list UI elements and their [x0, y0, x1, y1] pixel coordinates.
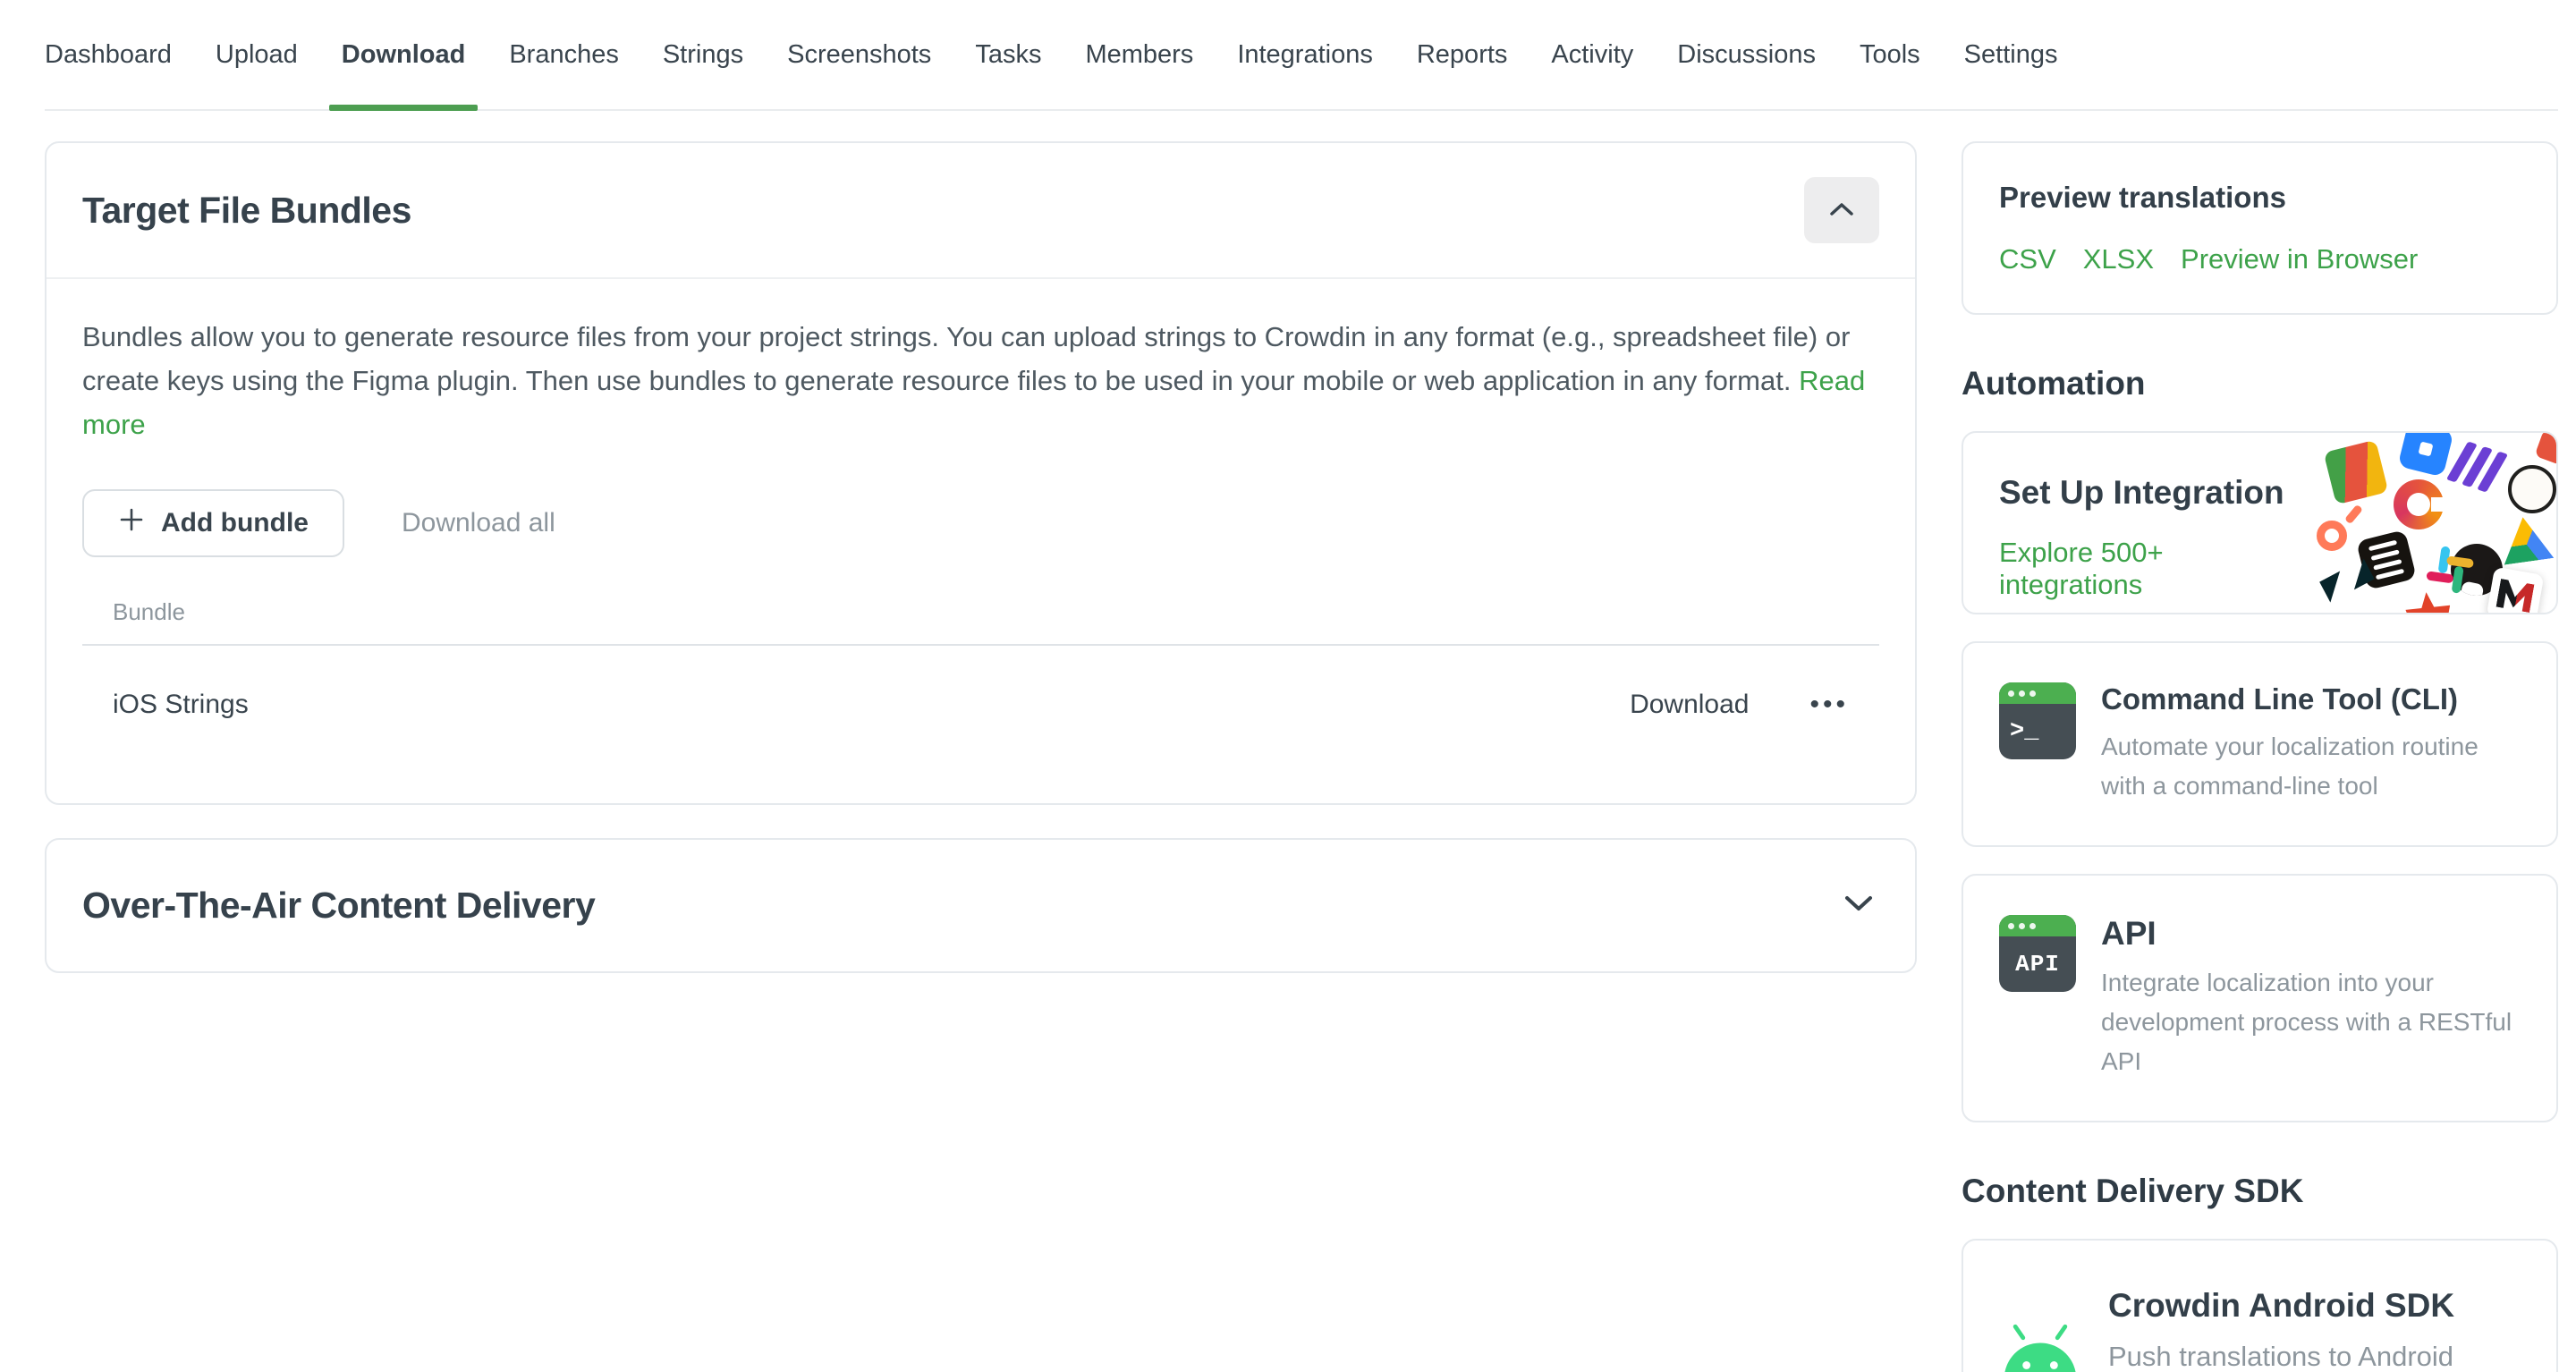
plus-icon — [118, 506, 145, 540]
api-icon-titlebar — [1999, 915, 2076, 936]
bundle-column-header: Bundle — [82, 598, 1879, 626]
bundle-more-actions-button[interactable]: ••• — [1802, 684, 1856, 725]
jira-icon — [2397, 431, 2453, 478]
google-drive-icon — [2498, 513, 2554, 564]
preview-csv-link[interactable]: CSV — [1999, 243, 2056, 275]
bundle-download-link[interactable]: Download — [1630, 690, 1749, 720]
preview-in-browser-link[interactable]: Preview in Browser — [2181, 243, 2418, 275]
ota-card-header[interactable]: Over-The-Air Content Delivery — [47, 840, 1915, 971]
bundles-description-text: Bundles allow you to generate resource f… — [82, 321, 1850, 396]
tab-tasks[interactable]: Tasks — [975, 0, 1041, 109]
tab-members[interactable]: Members — [1085, 0, 1193, 109]
tab-strings[interactable]: Strings — [663, 0, 743, 109]
set-up-integration-card[interactable]: Set Up Integration Explore 500+ integrat… — [1962, 431, 2558, 614]
set-up-integration-title: Set Up Integration — [1999, 474, 2306, 512]
preview-links: CSV XLSX Preview in Browser — [1999, 243, 2521, 275]
android-sdk-card[interactable]: Crowdin Android SDK Push translations to… — [1962, 1239, 2558, 1372]
page-content: Target File Bundles Bundles allow you to… — [45, 141, 2558, 1372]
m-logo-icon — [2487, 567, 2545, 614]
api-card-title: API — [2101, 915, 2529, 953]
terminal-icon: >_ — [1999, 682, 2076, 759]
android-card-text: Crowdin Android SDK Push translations to… — [2108, 1287, 2529, 1372]
integration-logo-cluster — [2313, 433, 2556, 613]
table-divider — [82, 644, 1879, 646]
cli-card-description: Automate your localization routine with … — [2101, 727, 2529, 806]
integration-cube-icon — [2324, 440, 2389, 505]
bundles-card-header: Target File Bundles — [47, 143, 1915, 279]
bundles-actions: Add bundle Download all — [82, 489, 1879, 557]
chevron-down-icon[interactable] — [1843, 894, 1874, 917]
android-card-description: Push translations to Android apps, insta… — [2108, 1335, 2529, 1372]
tab-upload[interactable]: Upload — [216, 0, 298, 109]
cli-card[interactable]: >_ Command Line Tool (CLI) Automate your… — [1962, 641, 2558, 847]
mailchimp-icon — [2508, 465, 2556, 513]
collapse-bundles-button[interactable] — [1804, 177, 1879, 243]
content-delivery-sdk-heading: Content Delivery SDK — [1962, 1173, 2558, 1210]
explore-integrations-link[interactable]: Explore 500+ integrations — [1999, 537, 2306, 601]
add-bundle-label: Add bundle — [161, 508, 309, 538]
tab-integrations[interactable]: Integrations — [1237, 0, 1373, 109]
color-ring-icon — [2394, 479, 2444, 529]
monday-icon — [2451, 440, 2504, 494]
tab-discussions[interactable]: Discussions — [1677, 0, 1816, 109]
hubspot-icon — [2317, 504, 2363, 551]
bundle-name: iOS Strings — [113, 690, 1630, 720]
android-card-title: Crowdin Android SDK — [2108, 1287, 2529, 1325]
api-icon-glyph: API — [1999, 936, 2076, 992]
preview-xlsx-link[interactable]: XLSX — [2083, 243, 2154, 275]
download-all-button[interactable]: Download all — [402, 508, 555, 538]
android-icon — [1996, 1322, 2085, 1372]
sidebar: Preview translations CSV XLSX Preview in… — [1962, 141, 2558, 1372]
api-card-description: Integrate localization into your develop… — [2101, 963, 2529, 1081]
tab-branches[interactable]: Branches — [509, 0, 619, 109]
zendesk-icon — [2319, 558, 2375, 602]
tab-activity[interactable]: Activity — [1551, 0, 1633, 109]
slack-icon — [2422, 542, 2479, 598]
bundles-description: Bundles allow you to generate resource f… — [82, 315, 1879, 446]
cli-card-text: Command Line Tool (CLI) Automate your lo… — [2101, 682, 2529, 806]
terminal-prompt-glyph: >_ — [1999, 704, 2076, 759]
main-column: Target File Bundles Bundles allow you to… — [45, 141, 1917, 973]
tab-screenshots[interactable]: Screenshots — [787, 0, 931, 109]
red-tile-icon — [2534, 431, 2558, 466]
tab-download[interactable]: Download — [342, 0, 466, 109]
preview-translations-title: Preview translations — [1999, 181, 2521, 215]
api-card[interactable]: API API Integrate localization into your… — [1962, 874, 2558, 1122]
bundle-row: iOS Strings Download ••• — [82, 653, 1879, 757]
preview-translations-card: Preview translations CSV XLSX Preview in… — [1962, 141, 2558, 315]
bundles-card-body: Bundles allow you to generate resource f… — [47, 279, 1915, 803]
cli-card-title: Command Line Tool (CLI) — [2101, 682, 2529, 716]
tab-settings[interactable]: Settings — [1964, 0, 2058, 109]
chevron-up-icon — [1829, 201, 1854, 219]
target-file-bundles-card: Target File Bundles Bundles allow you to… — [45, 141, 1917, 805]
project-tab-bar: Dashboard Upload Download Branches Strin… — [45, 0, 2558, 111]
ota-content-delivery-card: Over-The-Air Content Delivery — [45, 838, 1917, 973]
tab-reports[interactable]: Reports — [1417, 0, 1508, 109]
tab-dashboard[interactable]: Dashboard — [45, 0, 172, 109]
add-bundle-button[interactable]: Add bundle — [82, 489, 344, 557]
crowdin-project-page: Dashboard Upload Download Branches Strin… — [0, 0, 2576, 1372]
ota-card-title: Over-The-Air Content Delivery — [82, 885, 595, 927]
tab-tools[interactable]: Tools — [1860, 0, 1920, 109]
bundles-card-title: Target File Bundles — [82, 190, 411, 232]
api-card-text: API Integrate localization into your dev… — [2101, 915, 2529, 1081]
automation-heading: Automation — [1962, 365, 2558, 402]
api-icon: API — [1999, 915, 2076, 992]
terminal-titlebar — [1999, 682, 2076, 704]
